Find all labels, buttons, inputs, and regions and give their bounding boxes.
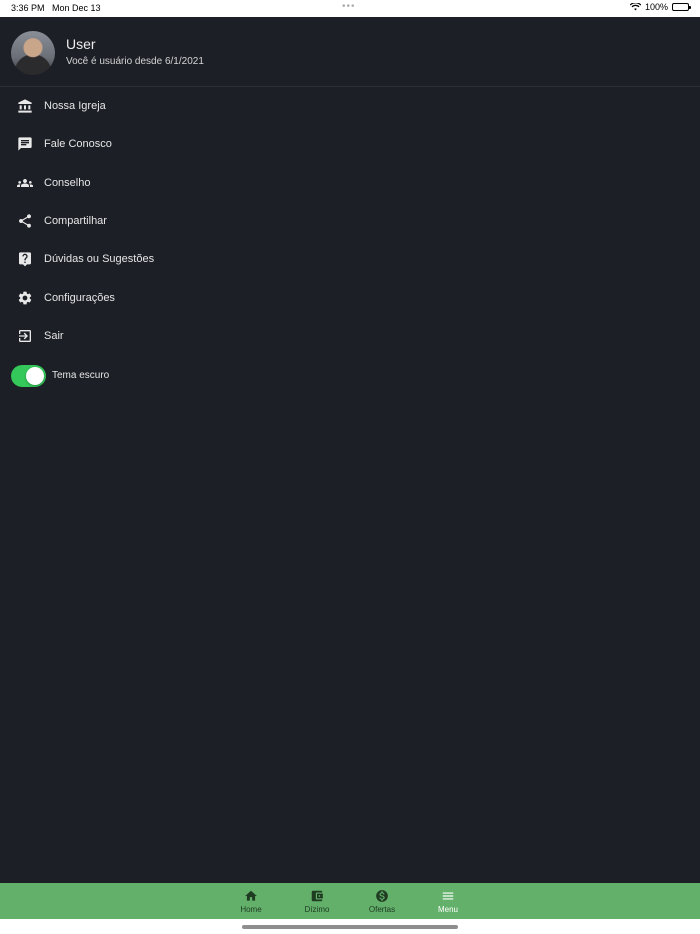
menu-item-compartilhar[interactable]: Compartilhar — [0, 202, 700, 240]
gear-icon — [16, 289, 33, 306]
toggle-knob — [26, 366, 44, 385]
avatar[interactable] — [11, 31, 55, 75]
wifi-icon — [629, 3, 641, 11]
status-date: Mon Dec 13 — [52, 3, 101, 13]
menu-item-duvidas-sugestoes[interactable]: Dúvidas ou Sugestões — [0, 240, 700, 278]
menu-item-label: Compartilhar — [44, 215, 107, 228]
home-indicator[interactable] — [242, 925, 458, 929]
help-icon — [16, 251, 33, 268]
menu-item-label: Fale Conosco — [44, 138, 112, 151]
tab-home[interactable]: Home — [226, 883, 276, 919]
dollar-icon — [376, 889, 388, 902]
menu-item-configuracoes[interactable]: Configurações — [0, 278, 700, 316]
user-since: Você é usuário desde 6/1/2021 — [66, 56, 204, 67]
menu-item-sair[interactable]: Sair — [0, 317, 700, 355]
battery-icon — [672, 3, 691, 11]
tab-label: Home — [240, 904, 262, 914]
tab-label: Menu — [437, 904, 458, 914]
hamburger-icon — [442, 892, 454, 899]
dark-theme-row: Tema escuro — [11, 364, 109, 387]
menu-item-label: Nossa Igreja — [44, 100, 106, 113]
status-bar: 3:36 PM Mon Dec 13 ••• 100% — [0, 0, 700, 17]
dark-theme-toggle[interactable] — [11, 364, 46, 387]
menu-item-nossa-igreja[interactable]: Nossa Igreja — [0, 87, 700, 125]
logout-icon — [16, 327, 33, 344]
bank-icon — [16, 98, 33, 115]
battery-percent: 100% — [644, 2, 668, 12]
group-icon — [16, 174, 33, 191]
wallet-icon — [311, 890, 323, 901]
menu-item-conselho[interactable]: Conselho — [0, 164, 700, 202]
home-icon — [245, 890, 257, 901]
tab-ofertas[interactable]: Ofertas — [357, 883, 407, 919]
chat-icon — [16, 136, 33, 153]
user-name: User — [66, 36, 96, 52]
home-indicator-area — [0, 919, 700, 934]
menu-item-label: Configurações — [44, 291, 115, 304]
dark-theme-label: Tema escuro — [52, 370, 110, 381]
menu-item-label: Sair — [44, 329, 64, 342]
status-right: 100% — [629, 2, 691, 12]
menu-item-label: Conselho — [44, 176, 91, 189]
share-icon — [16, 213, 33, 230]
menu-item-fale-conosco[interactable]: Fale Conosco — [0, 125, 700, 163]
tab-label: Dízimo — [304, 904, 330, 914]
tab-label: Ofertas — [368, 904, 396, 914]
menu-item-label: Dúvidas ou Sugestões — [44, 253, 155, 266]
tab-dizimo[interactable]: Dízimo — [292, 883, 342, 919]
profile-header: User Você é usuário desde 6/1/2021 — [0, 17, 700, 87]
side-menu: Nossa Igreja Fale Conosco Conselho Compa… — [0, 87, 700, 355]
multitasking-dots-icon[interactable]: ••• — [342, 1, 356, 12]
status-time: 3:36 PM — [11, 3, 45, 13]
bottom-tab-bar: Home Dízimo Ofertas Menu — [0, 883, 700, 919]
tab-menu[interactable]: Menu — [423, 883, 473, 919]
